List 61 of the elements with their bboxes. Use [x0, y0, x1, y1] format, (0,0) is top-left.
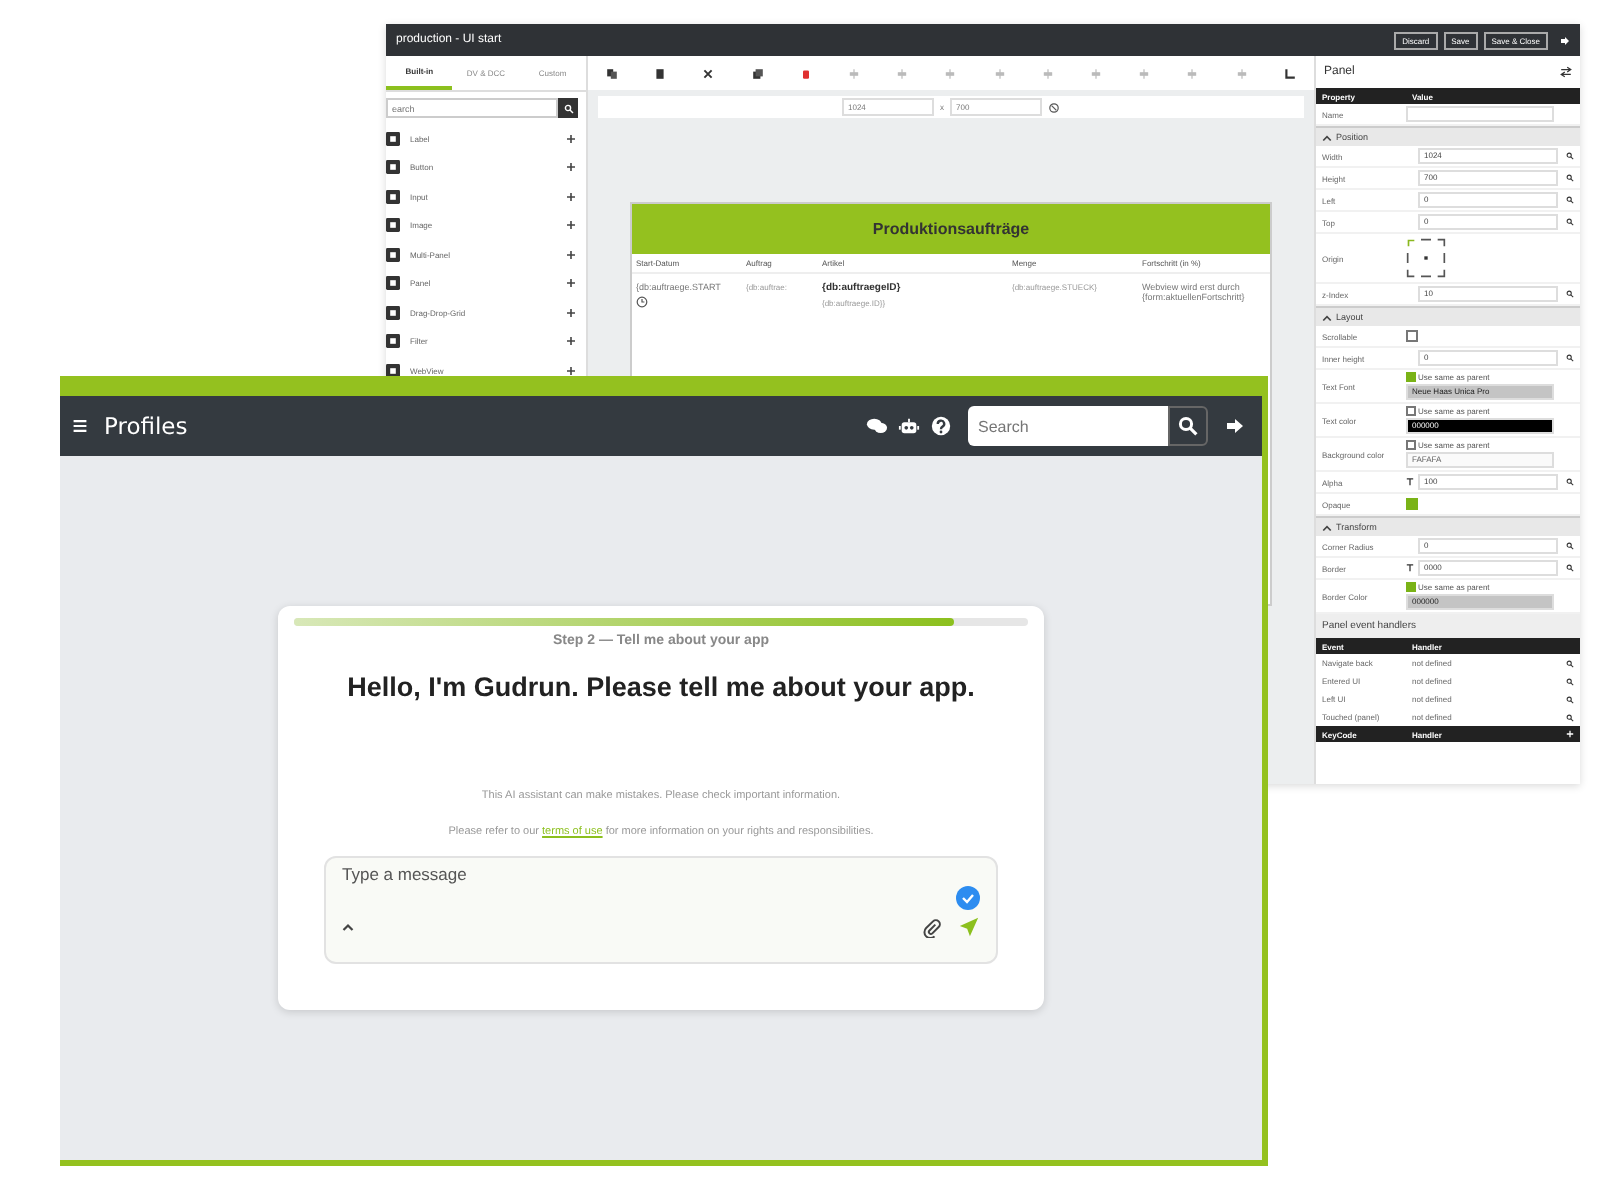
add-icon[interactable] — [566, 133, 576, 144]
search-icon — [1178, 416, 1198, 436]
add-icon[interactable] — [566, 278, 576, 289]
search-button[interactable] — [558, 98, 578, 118]
exit-icon[interactable] — [1560, 35, 1570, 45]
search-icon[interactable] — [1566, 564, 1574, 572]
robot-icon[interactable] — [898, 416, 920, 436]
caret-icon[interactable] — [342, 922, 354, 932]
page-title: Profiles — [104, 412, 188, 440]
logout-icon[interactable] — [1224, 416, 1246, 436]
chevron-icon[interactable] — [1322, 313, 1332, 321]
add-icon[interactable] — [566, 162, 576, 173]
swap-icon[interactable] — [1560, 66, 1572, 78]
panel-header: Produktionsaufträge — [632, 204, 1270, 254]
search-icon[interactable] — [1566, 152, 1574, 160]
add-icon[interactable] — [566, 365, 576, 376]
search-icon[interactable] — [1566, 695, 1574, 703]
check-icon[interactable] — [956, 886, 980, 910]
add-icon[interactable] — [566, 307, 576, 318]
checkbox[interactable] — [1406, 330, 1418, 342]
pin-icon[interactable] — [1406, 564, 1414, 572]
search-button[interactable] — [1168, 406, 1208, 446]
search-icon[interactable] — [1566, 174, 1574, 182]
rotate-icon[interactable] — [1048, 101, 1060, 113]
add-icon[interactable] — [566, 191, 576, 202]
origin-grid-drawing[interactable] — [1406, 238, 1446, 278]
search-icon[interactable] — [1566, 196, 1574, 204]
greeting-heading: Hello, I'm Gudrun. Please tell me about your app. — [347, 672, 975, 702]
message-input[interactable]: Type a message — [342, 864, 980, 884]
checkbox[interactable] — [1406, 498, 1418, 510]
add-icon[interactable] — [566, 336, 576, 347]
search-icon[interactable] — [1566, 290, 1574, 298]
chevron-icon[interactable] — [1322, 133, 1332, 141]
cut-icon[interactable] — [702, 67, 715, 79]
help-icon[interactable] — [930, 416, 952, 436]
search-icon — [563, 103, 573, 113]
checkbox[interactable] — [1406, 372, 1416, 382]
corner-icon[interactable] — [1283, 67, 1296, 79]
paperclip-icon[interactable] — [922, 917, 942, 937]
menu-icon[interactable] — [72, 418, 88, 434]
copy-icon[interactable] — [606, 67, 619, 79]
search-icon[interactable] — [1566, 218, 1574, 226]
checkbox[interactable] — [1406, 440, 1416, 450]
clock-icon — [636, 296, 648, 308]
layers-icon[interactable] — [751, 67, 764, 79]
search-icon[interactable] — [1566, 659, 1574, 667]
search-icon[interactable] — [1566, 713, 1574, 721]
search-icon[interactable] — [1566, 677, 1574, 685]
checkbox[interactable] — [1406, 582, 1416, 592]
add-icon[interactable] — [566, 220, 576, 231]
search-icon[interactable] — [1566, 478, 1574, 486]
add-icon[interactable] — [566, 249, 576, 260]
checkbox[interactable] — [1406, 406, 1416, 416]
search-icon[interactable] — [1566, 542, 1574, 550]
chat-icon[interactable] — [866, 416, 888, 436]
paste-icon[interactable] — [654, 67, 667, 79]
pin-icon[interactable] — [1406, 478, 1414, 486]
search-icon[interactable] — [1566, 354, 1574, 362]
search-field[interactable]: Search — [968, 406, 1168, 446]
chevron-icon[interactable] — [1322, 523, 1332, 531]
name-field[interactable] — [1406, 106, 1554, 122]
